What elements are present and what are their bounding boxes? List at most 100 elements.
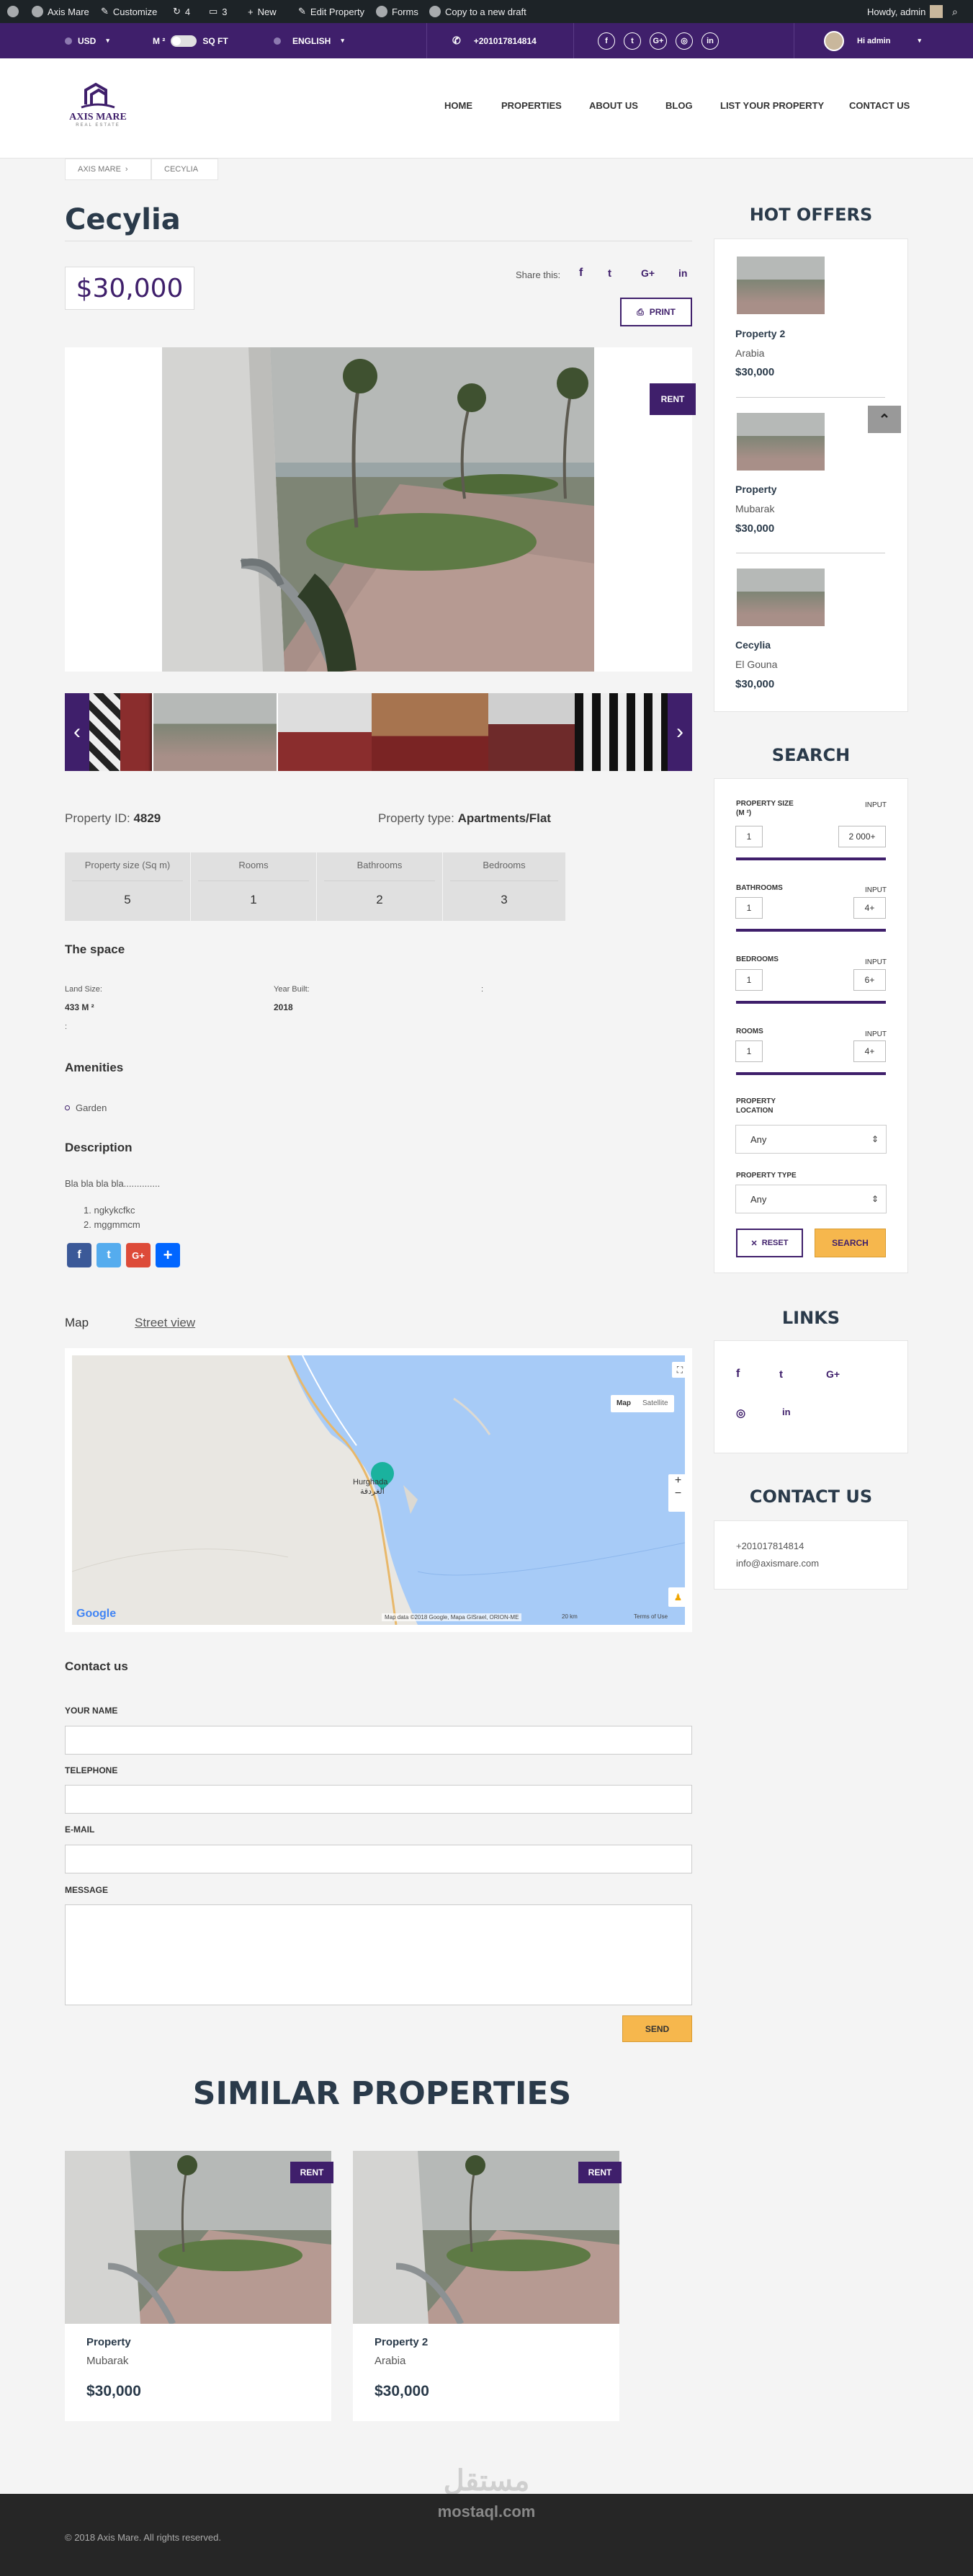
unit-switch[interactable]: M ² SQ FT (153, 23, 228, 58)
size-max-field[interactable]: 2 000+ (838, 826, 886, 847)
breadcrumb-home[interactable]: AXIS MARE › (65, 159, 151, 180)
tab-street-view[interactable]: Street view (135, 1316, 195, 1330)
admin-forms-link[interactable]: Forms (376, 0, 418, 23)
share-more-icon[interactable]: + (156, 1243, 180, 1267)
facebook-icon[interactable]: f (736, 1368, 740, 1381)
thumbnail[interactable] (575, 693, 668, 771)
language-selector[interactable]: ENGLISH ▾ (274, 23, 344, 58)
size-range-bar[interactable] (736, 857, 886, 860)
nav-blog[interactable]: BLOG (665, 100, 693, 111)
hot-offer-thumbnail[interactable] (737, 257, 825, 314)
google-plus-share-icon[interactable]: G+ (126, 1243, 151, 1267)
instagram-icon[interactable]: ◎ (676, 32, 693, 50)
location-select[interactable]: Any (735, 1125, 887, 1154)
facebook-share-icon[interactable]: f (67, 1243, 91, 1267)
telephone-field[interactable] (65, 1785, 692, 1814)
share-google-plus-icon[interactable]: G+ (641, 267, 655, 279)
email-field[interactable] (65, 1845, 692, 1873)
similar-property-card[interactable]: RENT Property Mubarak $30,000 (65, 2151, 333, 2421)
gallery-next-button[interactable]: › (668, 693, 692, 771)
bathrooms-max-field[interactable]: 4+ (853, 897, 886, 919)
admin-comments-link[interactable]: ▭ 3 (209, 0, 228, 23)
send-button[interactable]: SEND (622, 2015, 692, 2042)
twitter-share-icon[interactable]: t (97, 1243, 121, 1267)
phone-link[interactable]: ✆ +201017814814 (452, 23, 537, 58)
admin-site-link[interactable]: Axis Mare (32, 0, 89, 23)
user-menu[interactable]: Hi admin ▾ (824, 23, 921, 58)
thumbnail[interactable] (278, 693, 372, 771)
map-terms-link[interactable]: Terms of Use (634, 1613, 668, 1620)
street-view-pegman-icon[interactable]: ♟ (668, 1587, 685, 1607)
map-type-satellite[interactable]: Satellite (637, 1395, 674, 1412)
site-logo[interactable]: AXIS MARE REAL ESTATE (66, 80, 130, 130)
nav-about-us[interactable]: ABOUT US (589, 100, 638, 111)
linkedin-icon[interactable]: in (782, 1407, 791, 1417)
nav-list-your-property[interactable]: LIST YOUR PROPERTY (720, 100, 824, 111)
linkedin-icon[interactable]: in (701, 32, 719, 50)
bathrooms-range-bar[interactable] (736, 929, 886, 932)
gallery-prev-button[interactable]: ‹ (65, 693, 89, 771)
rooms-max-field[interactable]: 4+ (853, 1040, 886, 1062)
contact-phone[interactable]: +201017814814 (736, 1541, 804, 1551)
share-linkedin-icon[interactable]: in (678, 267, 687, 279)
admin-account-link[interactable]: Howdy, admin (867, 0, 943, 23)
admin-edit-property-link[interactable]: ✎ Edit Property (298, 0, 364, 23)
thumbnail-active[interactable] (152, 693, 278, 771)
bedrooms-max-field[interactable]: 6+ (853, 969, 886, 991)
facebook-icon[interactable]: f (598, 32, 615, 50)
google-plus-icon[interactable]: G+ (826, 1368, 840, 1380)
thumbnail[interactable] (120, 693, 152, 771)
wordpress-logo-icon[interactable] (7, 0, 19, 23)
nav-home[interactable]: HOME (444, 100, 472, 111)
bathrooms-input-toggle[interactable]: INPUT (865, 886, 887, 894)
rooms-range-bar[interactable] (736, 1072, 886, 1075)
map-type-map[interactable]: Map (611, 1395, 637, 1412)
share-facebook-icon[interactable]: f (579, 267, 583, 280)
admin-customize-link[interactable]: ✎ Customize (101, 0, 157, 23)
size-min-field[interactable]: 1 (735, 826, 763, 847)
twitter-icon[interactable]: t (779, 1368, 783, 1381)
bedrooms-range-bar[interactable] (736, 1001, 886, 1004)
share-twitter-icon[interactable]: t (608, 267, 611, 280)
scroll-to-top-button[interactable]: ⌃ (868, 406, 901, 433)
currency-selector[interactable]: USD ▾ (65, 23, 109, 58)
admin-copy-draft-link[interactable]: Copy to a new draft (429, 0, 526, 23)
hot-offer-name[interactable]: Property (735, 483, 777, 495)
hot-offer-thumbnail[interactable] (737, 413, 825, 471)
rooms-input-toggle[interactable]: INPUT (865, 1030, 887, 1038)
bedrooms-min-field[interactable]: 1 (735, 969, 763, 991)
admin-new-link[interactable]: + New (248, 0, 277, 23)
contact-email[interactable]: info@axismare.com (736, 1558, 819, 1569)
hot-offer-thumbnail[interactable] (737, 569, 825, 626)
search-button[interactable]: SEARCH (815, 1229, 886, 1257)
tab-map[interactable]: Map (65, 1316, 89, 1330)
print-button[interactable]: ⎙ PRINT (620, 298, 692, 326)
rooms-min-field[interactable]: 1 (735, 1040, 763, 1062)
name-field[interactable] (65, 1726, 692, 1755)
instagram-icon[interactable]: ◎ (736, 1407, 745, 1420)
thumbnail[interactable] (488, 693, 575, 771)
fullscreen-icon[interactable]: ⛶ (672, 1362, 685, 1378)
twitter-icon[interactable]: t (624, 32, 641, 50)
admin-search-icon[interactable]: ⌕ (952, 0, 958, 23)
map-canvas[interactable]: Hurghada الغردقة ⛶ Map Satellite + − ♟ G… (72, 1355, 685, 1625)
hot-offer-name[interactable]: Property 2 (735, 328, 785, 339)
nav-contact-us[interactable]: CONTACT US (849, 100, 910, 111)
unit-toggle[interactable] (171, 35, 197, 47)
main-photo[interactable] (162, 347, 594, 672)
bedrooms-input-toggle[interactable]: INPUT (865, 958, 887, 966)
similar-property-card[interactable]: RENT Property 2 Arabia $30,000 (353, 2151, 622, 2421)
bathrooms-min-field[interactable]: 1 (735, 897, 763, 919)
hot-offer-name[interactable]: Cecylia (735, 639, 771, 651)
reset-button[interactable]: ✕ RESET (736, 1229, 803, 1257)
size-input-toggle[interactable]: INPUT (865, 801, 887, 809)
thumbnail[interactable] (89, 693, 120, 771)
message-field[interactable] (65, 1904, 692, 2005)
google-plus-icon[interactable]: G+ (650, 32, 667, 50)
property-type-select[interactable]: Any (735, 1185, 887, 1213)
nav-properties[interactable]: PROPERTIES (501, 100, 562, 111)
thumbnail[interactable] (372, 693, 488, 771)
zoom-out-button[interactable]: − (668, 1487, 685, 1500)
admin-updates-link[interactable]: ↻ 4 (173, 0, 190, 23)
zoom-in-button[interactable]: + (668, 1474, 685, 1487)
